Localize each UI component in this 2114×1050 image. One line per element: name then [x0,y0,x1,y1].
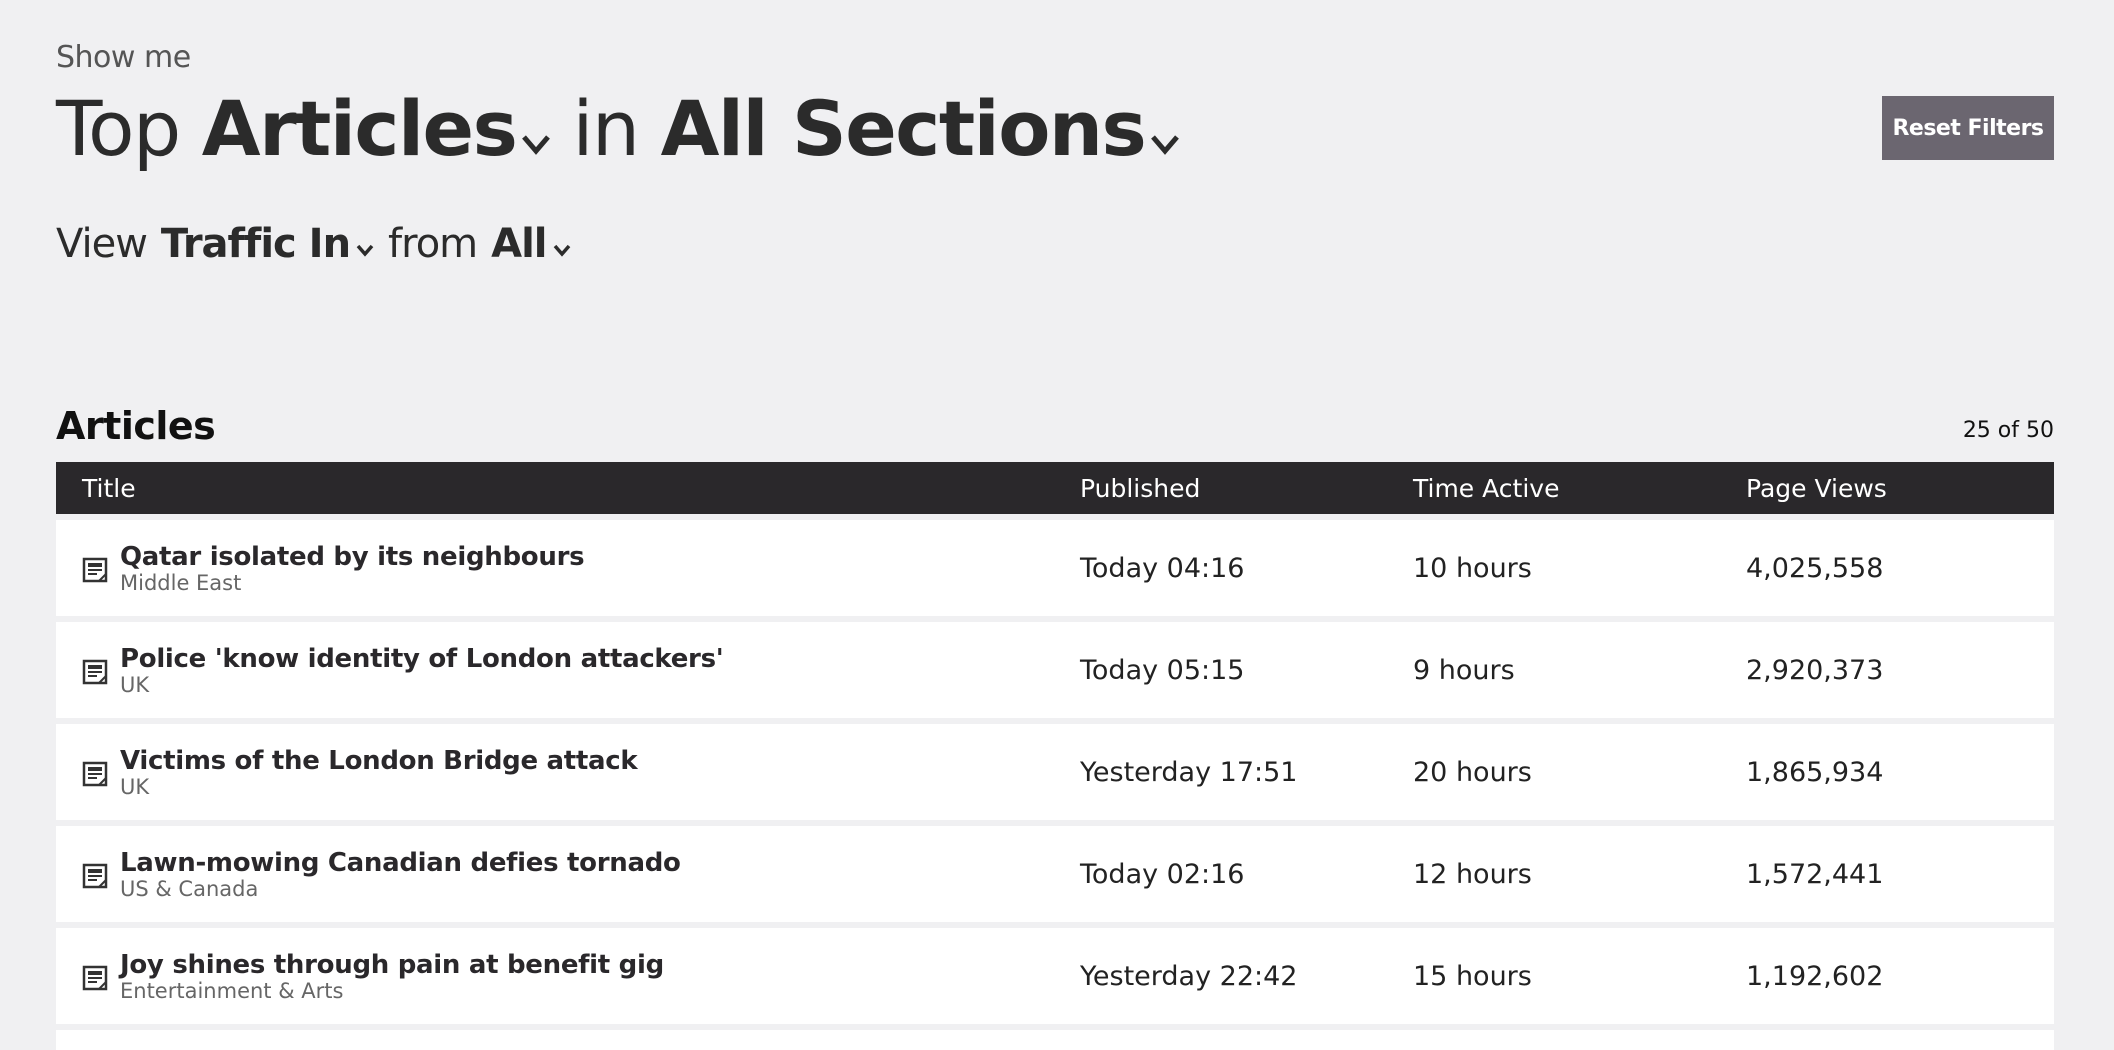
view-dropdown-label: Traffic In [160,221,351,267]
article-title[interactable]: Lawn-mowing Canadian defies tornado [120,848,681,878]
title-cell: Lawn-mowing Canadian defies tornado US &… [82,826,681,922]
chevron-down-icon [553,218,571,270]
article-icon [82,557,108,583]
section-dropdown-label: All Sections [660,84,1147,173]
chevron-down-icon [1151,84,1180,174]
chevron-down-icon [522,84,551,174]
article-title[interactable]: Joy shines through pain at benefit gig [120,950,664,980]
article-icon [82,863,108,889]
article-icon [82,659,108,685]
time-active-cell: 12 hours [1413,858,1532,890]
chevron-down-icon [356,218,374,270]
time-active-cell: 9 hours [1413,654,1515,686]
table-row[interactable]: Qatar isolated by its neighbours Middle … [56,520,2054,616]
article-icon [82,965,108,991]
articles-table: Title Published Time Active Page Views Q… [56,462,2054,1050]
result-count: 25 of 50 [1962,418,2054,443]
section-dropdown[interactable]: All Sections [661,84,1180,174]
column-header-page-views[interactable]: Page Views [1746,474,1887,503]
published-cell: Today 02:16 [1080,858,1245,890]
in-word: in [572,84,640,173]
table-row[interactable] [56,1030,2054,1050]
published-cell: Today 04:16 [1080,552,1245,584]
article-title[interactable]: Police 'know identity of London attacker… [120,644,724,674]
published-cell: Yesterday 17:51 [1080,756,1298,788]
page-views-cell: 2,920,373 [1746,654,1884,686]
headline: Top Articles in All Sections [56,84,1180,174]
table-header: Title Published Time Active Page Views [56,462,2054,514]
show-me-label: Show me [56,40,191,75]
article-section: Middle East [120,571,242,595]
title-cell: Victims of the London Bridge attack UK [82,724,638,820]
time-active-cell: 20 hours [1413,756,1532,788]
view-filter-line: View Traffic In from All [56,218,571,270]
page-views-cell: 4,025,558 [1746,552,1884,584]
table-row[interactable]: Police 'know identity of London attacker… [56,622,2054,718]
article-section: UK [120,673,150,697]
time-active-cell: 10 hours [1413,552,1532,584]
column-header-time-active[interactable]: Time Active [1413,474,1559,503]
view-dropdown[interactable]: Traffic In [161,218,374,270]
article-section: UK [120,775,150,799]
reset-filters-button[interactable]: Reset Filters [1882,96,2054,160]
page-views-cell: 1,572,441 [1746,858,1884,890]
from-dropdown[interactable]: All [491,218,570,270]
from-dropdown-label: All [491,221,547,267]
page: Show me Top Articles in All Sections Reset … [0,0,2114,1050]
title-cell: Police 'know identity of London attacker… [82,622,724,718]
view-word: View [56,221,148,267]
article-title[interactable]: Victims of the London Bridge attack [120,746,638,776]
type-dropdown[interactable]: Articles [202,84,551,174]
table-row[interactable]: Joy shines through pain at benefit gig E… [56,928,2054,1024]
articles-heading: Articles [56,404,216,448]
published-cell: Today 05:15 [1080,654,1245,686]
title-cell: Qatar isolated by its neighbours Middle … [82,520,585,616]
column-header-published[interactable]: Published [1080,474,1200,503]
table-row[interactable]: Lawn-mowing Canadian defies tornado US &… [56,826,2054,922]
page-views-cell: 1,192,602 [1746,960,1884,992]
article-section: US & Canada [120,877,259,901]
page-views-cell: 1,865,934 [1746,756,1884,788]
title-cell: Joy shines through pain at benefit gig E… [82,928,664,1024]
top-word: Top [56,84,181,173]
column-header-title[interactable]: Title [82,474,136,503]
article-section: Entertainment & Arts [120,979,344,1003]
type-dropdown-label: Articles [201,84,518,173]
article-icon [82,761,108,787]
time-active-cell: 15 hours [1413,960,1532,992]
from-word: from [388,221,478,267]
published-cell: Yesterday 22:42 [1080,960,1298,992]
article-title[interactable]: Qatar isolated by its neighbours [120,542,585,572]
table-row[interactable]: Victims of the London Bridge attack UK Y… [56,724,2054,820]
